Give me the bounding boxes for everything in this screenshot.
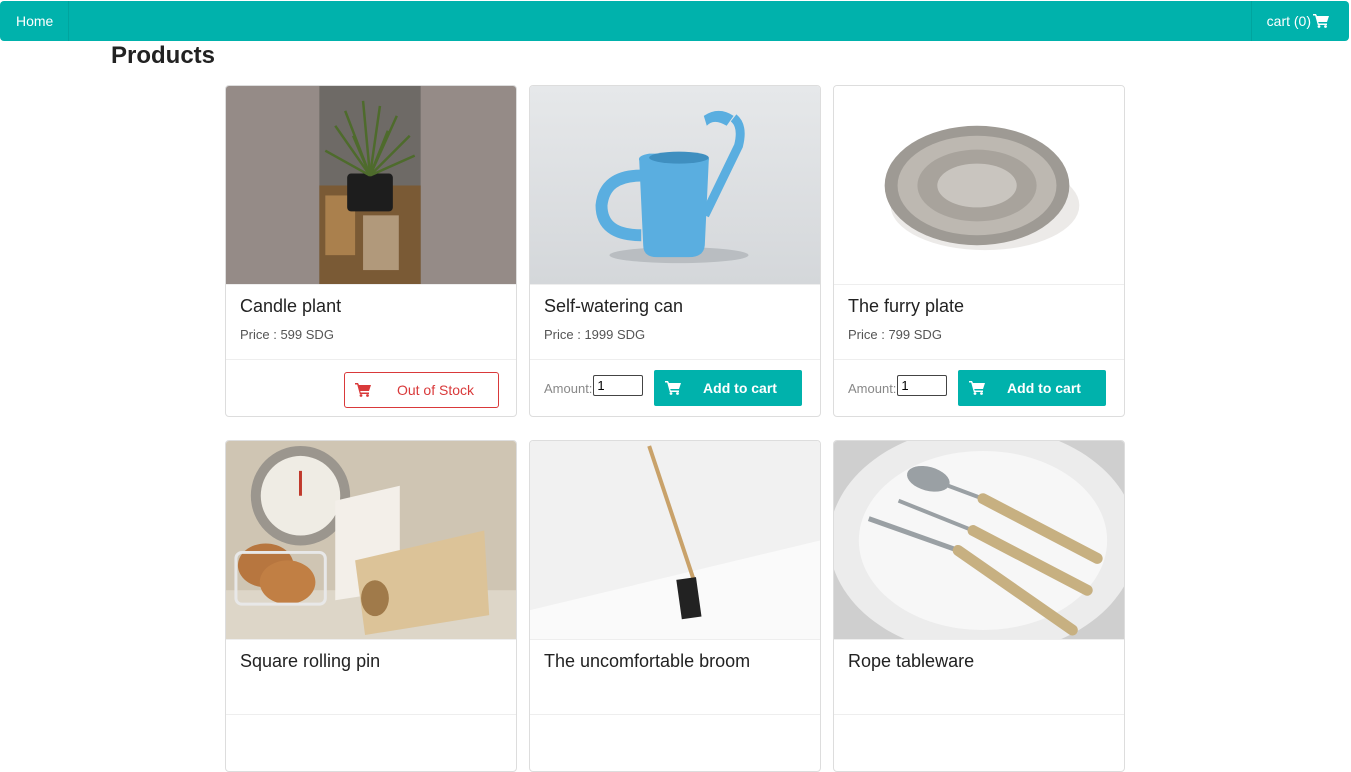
product-info: Square rolling pin [226,640,516,715]
top-navbar: Home cart (0) [0,1,1349,41]
rolling-pin-image [226,441,516,639]
amount-label: Amount: [848,380,897,396]
product-card: Rope tableware [833,440,1125,772]
product-grid: Candle plant Price : 599 SDG Out of Stoc… [225,85,1125,772]
amount-input[interactable] [593,374,644,396]
product-card: Candle plant Price : 599 SDG Out of Stoc… [225,85,517,417]
watering-can-image [530,86,820,284]
product-image-rope-tableware[interactable] [834,441,1124,640]
product-image-rolling-pin[interactable] [226,441,516,640]
add-to-cart-label: Add to cart [703,380,777,396]
out-of-stock-label: Out of Stock [396,382,475,398]
shopping-cart-icon [958,381,996,395]
add-to-cart-button[interactable]: Add to cart [958,370,1106,406]
product-title: Rope tableware [848,651,975,671]
amount-input[interactable] [897,374,948,396]
page-title: Products [111,42,216,69]
product-info: Rope tableware [834,640,1124,715]
product-title: Self-watering can [544,296,684,316]
nav-home-link[interactable]: Home [0,1,70,41]
product-info: The uncomfortable broom [530,640,820,715]
broom-image [530,441,820,639]
product-price: Price : 1999 SDG [544,327,646,342]
product-title: The furry plate [848,296,965,316]
shopping-cart-icon [1313,14,1329,28]
product-actions: Out of Stock [226,360,516,416]
product-card: The uncomfortable broom [529,440,821,772]
product-card: Square rolling pin [225,440,517,772]
nav-cart-link[interactable]: cart (0) [1250,1,1349,41]
furry-plate-image [834,86,1124,284]
shopping-cart-icon [654,381,692,395]
product-actions: Amount: Add to cart [834,360,1124,416]
product-info: Candle plant Price : 599 SDG [226,285,516,360]
product-image-furry-plate[interactable] [834,86,1124,285]
product-actions: Amount: Add to cart [530,360,820,416]
amount-label: Amount: [544,380,593,396]
rope-tableware-image [834,441,1124,639]
product-title: Candle plant [240,296,342,316]
product-price: Price : 799 SDG [848,327,942,342]
product-title: Square rolling pin [240,651,381,671]
out-of-stock-button[interactable]: Out of Stock [344,372,499,408]
product-info: The furry plate Price : 799 SDG [834,285,1124,360]
add-to-cart-label: Add to cart [1007,380,1081,396]
nav-home-label: Home [16,13,54,29]
product-info: Self-watering can Price : 1999 SDG [530,285,820,360]
plant-image [226,86,516,284]
shopping-cart-icon [345,383,381,397]
product-image-plant[interactable] [226,86,516,285]
product-image-broom[interactable] [530,441,820,640]
product-image-watering-can[interactable] [530,86,820,285]
product-title: The uncomfortable broom [544,651,751,671]
product-card: The furry plate Price : 799 SDG Amount: … [833,85,1125,417]
add-to-cart-button[interactable]: Add to cart [654,370,802,406]
product-card: Self-watering can Price : 1999 SDG Amoun… [529,85,821,417]
nav-cart-label: cart (0) [1266,13,1311,29]
product-price: Price : 599 SDG [240,327,334,342]
